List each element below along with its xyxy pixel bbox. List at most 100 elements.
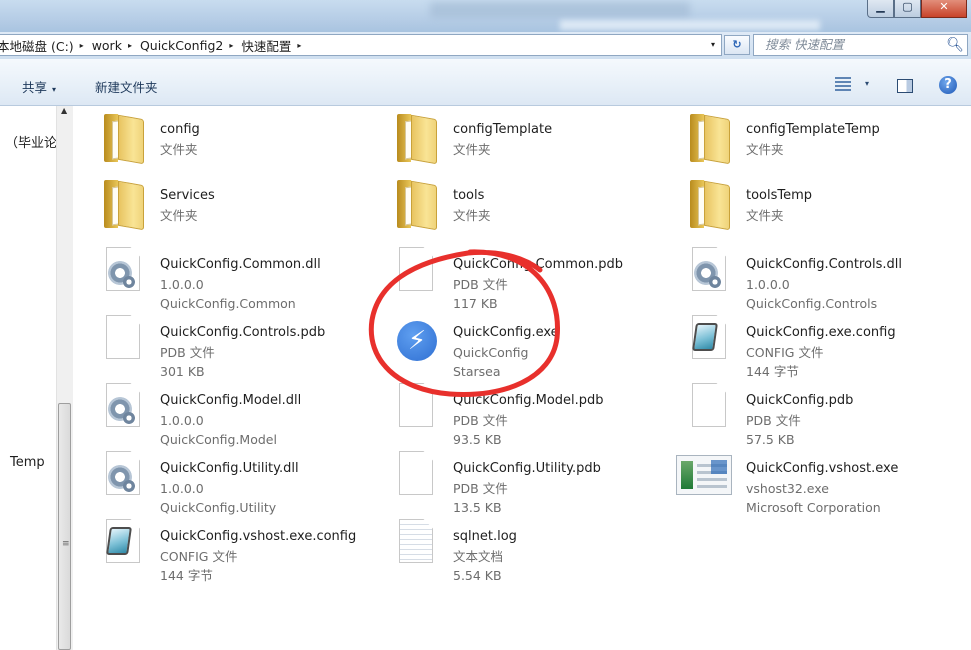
file-list: config 文件夹 configTemplate 文件夹 configTempla… xyxy=(74,106,971,650)
file-tile[interactable]: QuickConfig.Controls.pdb PDB 文件 301 KB xyxy=(74,309,359,379)
file-tile[interactable]: Services 文件夹 xyxy=(74,172,359,238)
file-name: sqlnet.log xyxy=(453,529,517,544)
file-type: PDB 文件 xyxy=(453,412,508,428)
file-name: QuickConfig.Common.pdb xyxy=(453,257,624,272)
window-controls: ▁ ▢ ✕ xyxy=(867,0,967,18)
dll-gear-icon xyxy=(102,451,146,503)
file-tile[interactable]: sqlnet.log 文本文档 5.54 KB xyxy=(367,513,652,583)
blank-file-icon xyxy=(395,247,439,299)
chevron-down-icon: ▾ xyxy=(52,85,57,94)
file-name: QuickConfig.Utility.dll xyxy=(160,461,299,476)
file-name: configTemplateTemp xyxy=(746,122,880,137)
file-tile[interactable]: QuickConfig.vshost.exe vshost32.exe Micros… xyxy=(660,445,945,515)
config-file-icon xyxy=(102,519,146,571)
lightning-app-icon: ⚡︎ xyxy=(395,315,439,367)
file-description: vshost32.exe xyxy=(746,480,829,496)
nav-item-thesis[interactable]: （毕业论 xyxy=(5,132,56,151)
file-name: QuickConfig.exe xyxy=(453,325,559,340)
file-name: QuickConfig.pdb xyxy=(746,393,854,408)
dll-gear-icon xyxy=(102,383,146,435)
maximize-button[interactable]: ▢ xyxy=(894,0,921,18)
preview-pane-button[interactable] xyxy=(897,79,913,93)
file-company: Microsoft Corporation xyxy=(746,500,881,515)
folder-icon xyxy=(688,178,732,231)
file-size: 5.54 KB xyxy=(453,568,502,583)
file-name: toolsTemp xyxy=(746,188,813,203)
file-name: configTemplate xyxy=(453,122,553,137)
refresh-button[interactable]: ↻ xyxy=(724,35,750,55)
file-tile[interactable]: config 文件夹 xyxy=(74,106,359,172)
breadcrumb-quickconfig2[interactable]: QuickConfig2 xyxy=(136,38,225,53)
file-tile[interactable]: configTemplate 文件夹 xyxy=(367,106,652,172)
scrollbar-thumb[interactable]: ≡ xyxy=(58,403,71,650)
file-version: 1.0.0.0 xyxy=(160,276,204,292)
address-bar[interactable]: 本地磁盘 (C:) ▸ work ▸ QuickConfig2 ▸ 快速配置 ▸… xyxy=(0,34,722,56)
help-button[interactable]: ? xyxy=(939,76,957,94)
file-tile[interactable]: QuickConfig.Utility.pdb PDB 文件 13.5 KB xyxy=(367,445,652,515)
new-folder-button[interactable]: 新建文件夹 xyxy=(95,77,158,96)
file-tile[interactable]: QuickConfig.Common.pdb PDB 文件 117 KB xyxy=(367,241,652,311)
file-name: QuickConfig.Model.dll xyxy=(160,393,302,408)
folder-icon xyxy=(688,112,732,165)
view-options-icon xyxy=(835,77,851,91)
file-tile[interactable]: QuickConfig.Model.pdb PDB 文件 93.5 KB xyxy=(367,377,652,447)
file-tile[interactable]: QuickConfig.Common.dll 1.0.0.0 QuickConfig… xyxy=(74,241,359,311)
share-label: 共享 xyxy=(22,80,48,95)
dll-gear-icon xyxy=(102,247,146,299)
minimize-button[interactable]: ▁ xyxy=(867,0,894,18)
file-tile[interactable]: QuickConfig.Model.dll 1.0.0.0 QuickConfig.… xyxy=(74,377,359,447)
share-menu-button[interactable]: 共享 ▾ xyxy=(22,77,56,96)
change-view-button[interactable]: ▾ xyxy=(835,76,871,94)
navigation-scrollbar[interactable]: ▲ ≡ xyxy=(56,106,73,650)
file-type: PDB 文件 xyxy=(746,412,801,428)
file-tile[interactable]: configTemplateTemp 文件夹 xyxy=(660,106,945,172)
breadcrumb-drive[interactable]: 本地磁盘 (C:) xyxy=(0,36,76,55)
file-name: QuickConfig.Controls.dll xyxy=(746,257,902,272)
file-type: 文件夹 xyxy=(746,207,784,223)
command-bar: 共享 ▾ 新建文件夹 ▾ ? xyxy=(0,59,971,106)
file-tile[interactable]: QuickConfig.Controls.dll 1.0.0.0 QuickConf… xyxy=(660,241,945,311)
breadcrumb-chevron-icon[interactable]: ▸ xyxy=(225,41,237,50)
file-name: QuickConfig.Utility.pdb xyxy=(453,461,601,476)
blank-file-icon xyxy=(102,315,146,367)
breadcrumb-chevron-icon[interactable]: ▸ xyxy=(293,41,305,50)
vshost-app-icon xyxy=(676,451,732,503)
breadcrumb-chevron-icon[interactable]: ▸ xyxy=(76,41,88,50)
file-tile[interactable]: QuickConfig.pdb PDB 文件 57.5 KB xyxy=(660,377,945,447)
close-button[interactable]: ✕ xyxy=(921,0,967,18)
search-input[interactable] xyxy=(763,36,947,53)
file-tile[interactable]: QuickConfig.Utility.dll 1.0.0.0 QuickConfi… xyxy=(74,445,359,515)
nav-item-temp[interactable]: Temp xyxy=(10,455,45,470)
scroll-up-arrow-icon[interactable]: ▲ xyxy=(61,106,67,115)
blurred-background-highlight xyxy=(560,20,820,30)
file-tile[interactable]: ⚡︎ QuickConfig.exe QuickConfig Starsea xyxy=(367,309,652,379)
file-name: tools xyxy=(453,188,485,203)
search-icon[interactable]: 🔍︎ xyxy=(946,35,964,55)
file-type: 文件夹 xyxy=(453,141,491,157)
scrollbar-grip-icon: ≡ xyxy=(62,539,70,549)
file-type: 文件夹 xyxy=(453,207,491,223)
title-bar: ▁ ▢ ✕ xyxy=(0,0,971,32)
address-history-dropdown-icon[interactable]: ▾ xyxy=(705,35,721,55)
file-name: QuickConfig.exe.config xyxy=(746,325,896,340)
text-file-icon xyxy=(395,519,439,571)
blank-file-icon xyxy=(688,383,732,435)
file-version: 1.0.0.0 xyxy=(160,480,204,496)
breadcrumb-current-folder[interactable]: 快速配置 xyxy=(237,36,293,55)
blurred-background xyxy=(430,2,690,18)
file-type: 文件夹 xyxy=(160,207,198,223)
file-tile[interactable]: QuickConfig.exe.config CONFIG 文件 144 字节 xyxy=(660,309,945,379)
search-box[interactable]: 🔍︎ xyxy=(753,34,968,56)
blank-file-icon xyxy=(395,383,439,435)
file-tile[interactable]: toolsTemp 文件夹 xyxy=(660,172,945,238)
file-tile[interactable]: tools 文件夹 xyxy=(367,172,652,238)
breadcrumb-chevron-icon[interactable]: ▸ xyxy=(124,41,136,50)
file-tile[interactable]: QuickConfig.vshost.exe.config CONFIG 文件 14… xyxy=(74,513,359,583)
file-version: 1.0.0.0 xyxy=(160,412,204,428)
breadcrumb-work[interactable]: work xyxy=(88,38,124,53)
file-type: PDB 文件 xyxy=(453,276,508,292)
chevron-down-icon[interactable]: ▾ xyxy=(865,79,869,88)
file-name: QuickConfig.vshost.exe xyxy=(746,461,899,476)
file-name: QuickConfig.Model.pdb xyxy=(453,393,604,408)
folder-icon xyxy=(102,112,146,165)
